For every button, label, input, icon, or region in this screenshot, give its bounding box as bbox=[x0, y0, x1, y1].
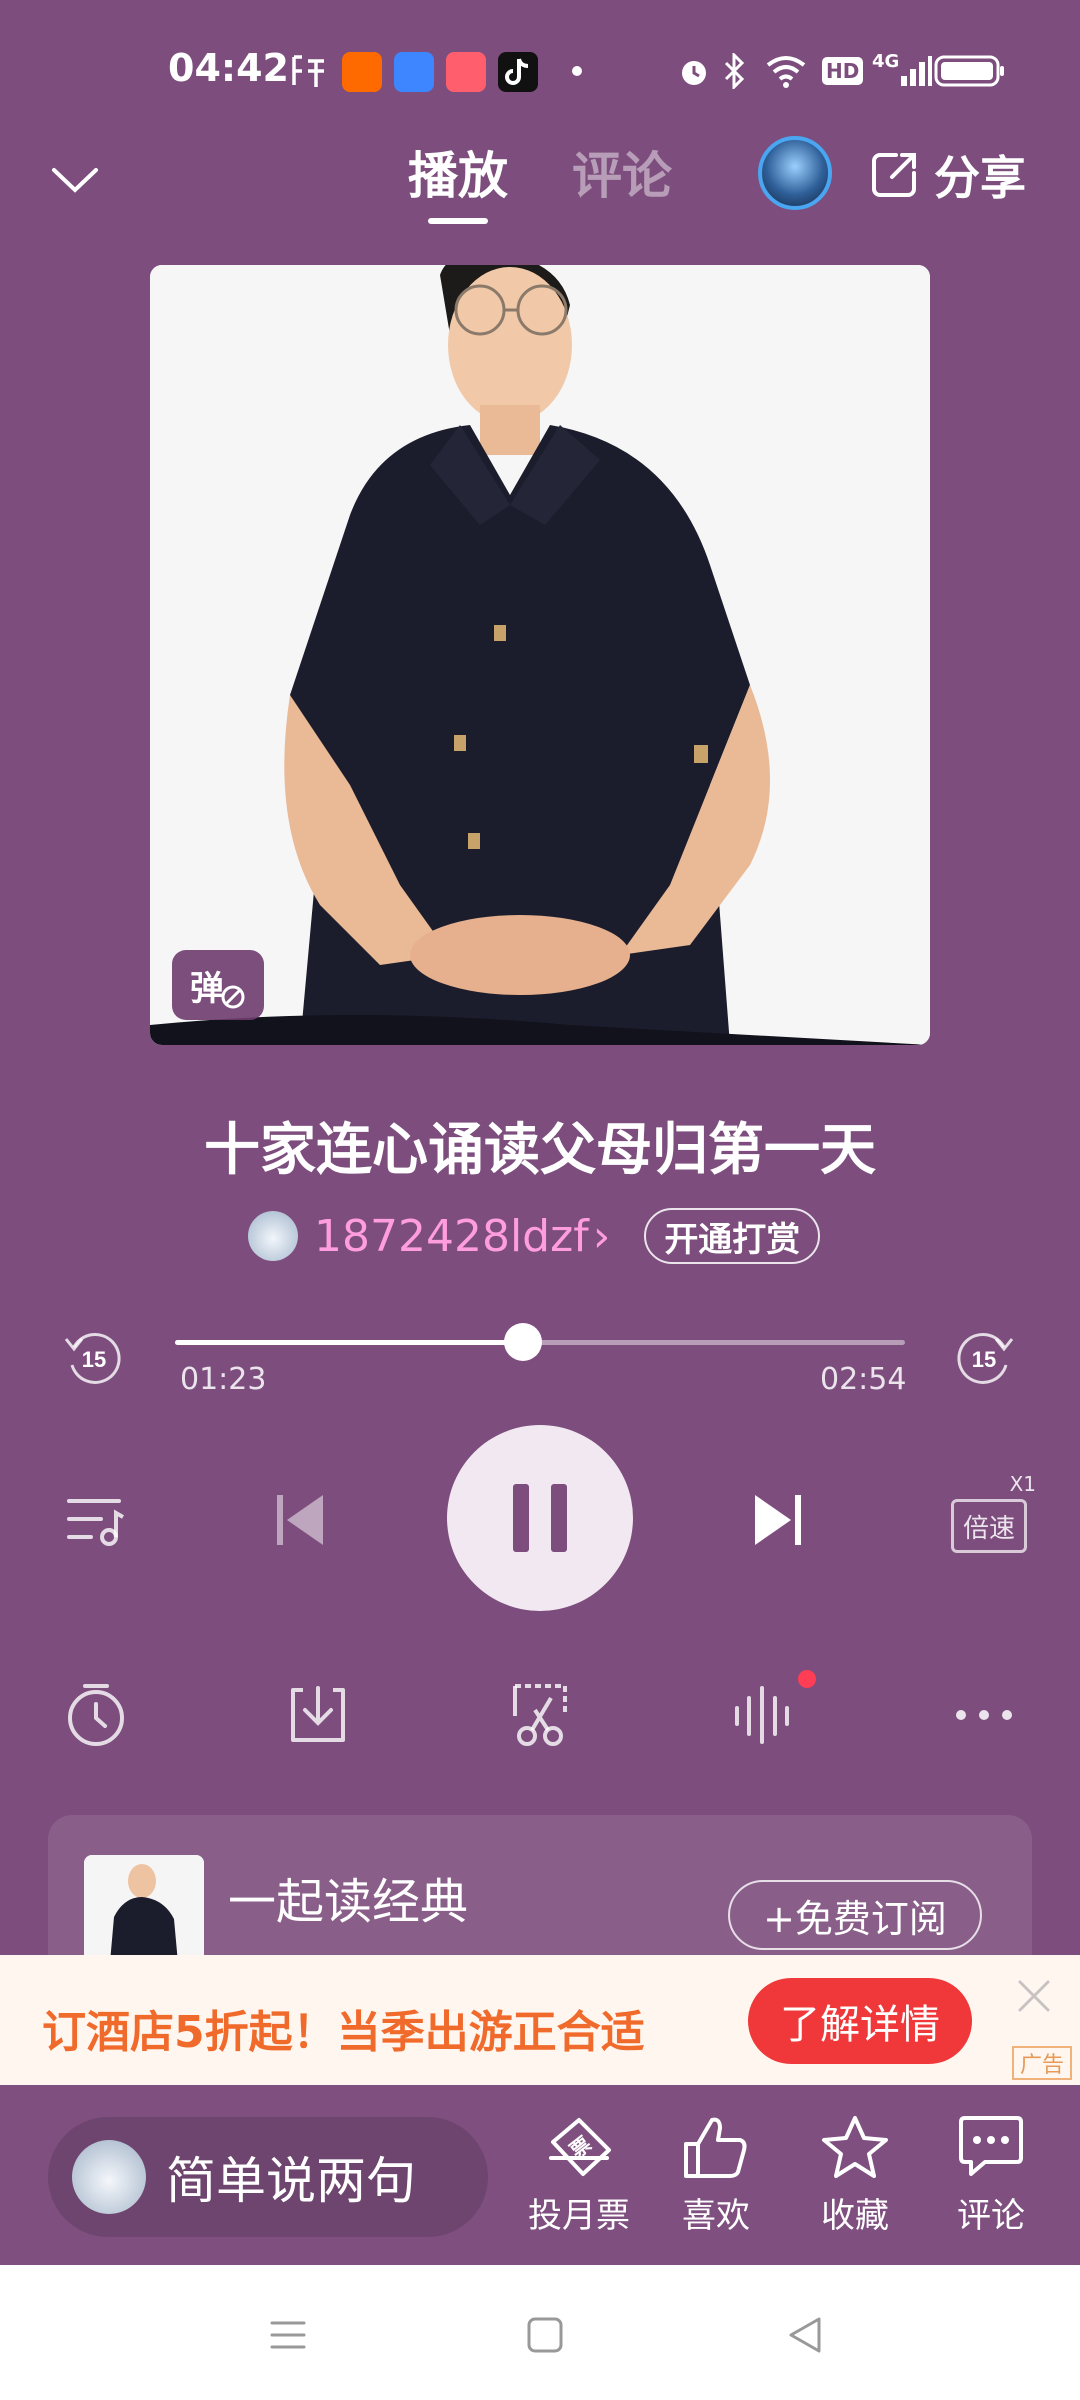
notification-dot bbox=[798, 1670, 816, 1688]
collapse-button[interactable] bbox=[40, 150, 110, 210]
star-icon bbox=[822, 2116, 888, 2178]
like-label: 喜欢 bbox=[682, 2196, 750, 2236]
progress-fill bbox=[175, 1340, 524, 1345]
clip-button[interactable] bbox=[500, 1675, 580, 1755]
back-button[interactable] bbox=[775, 2305, 835, 2365]
author-avatar[interactable] bbox=[248, 1211, 298, 1261]
reward-button[interactable]: 开通打赏 bbox=[644, 1208, 821, 1264]
network-type: 4G bbox=[872, 50, 900, 72]
monthly-ticket-button[interactable]: 票 投月票 bbox=[524, 2112, 634, 2237]
danmaku-label: 弹 bbox=[190, 968, 224, 1009]
forward-icon: 15 bbox=[957, 1333, 1014, 1384]
share-button[interactable]: 分享 bbox=[866, 140, 1026, 210]
share-icon bbox=[872, 153, 916, 197]
tab-play[interactable]: 播放 bbox=[408, 136, 508, 208]
more-icon bbox=[956, 1710, 1012, 1720]
forward-amount: 15 bbox=[972, 1347, 996, 1372]
playlist-icon bbox=[67, 1499, 124, 1546]
next-icon bbox=[755, 1495, 801, 1545]
ticket-icon: 票 bbox=[549, 2118, 611, 2176]
previous-icon bbox=[277, 1495, 323, 1545]
total-time: 02:54 bbox=[820, 1362, 907, 1397]
like-button[interactable]: 喜欢 bbox=[661, 2112, 771, 2237]
baidu-icon bbox=[394, 52, 434, 92]
download-icon bbox=[291, 1686, 345, 1742]
comment-placeholder: 简单说两句 bbox=[166, 2152, 416, 2210]
ad-text[interactable]: 订酒店5折起！当季出游正合适 bbox=[42, 1996, 645, 2060]
more-notifications-dot bbox=[572, 66, 582, 76]
ad-cta-button[interactable]: 了解详情 bbox=[748, 1978, 972, 2064]
bluetooth-icon bbox=[722, 52, 746, 90]
user-avatar[interactable] bbox=[758, 136, 832, 210]
pause-button[interactable] bbox=[447, 1425, 633, 1611]
ad-close-button[interactable] bbox=[1014, 1976, 1054, 2016]
signal-icon: 4G bbox=[872, 50, 933, 90]
ting-app-icon bbox=[288, 52, 328, 90]
status-bar: 04:42 HD 4G bbox=[0, 0, 1080, 130]
status-time: 04:42 bbox=[168, 46, 289, 90]
alarm-icon bbox=[676, 52, 712, 90]
comment-label: 评论 bbox=[957, 2196, 1025, 2236]
ad-label: 广告 bbox=[1012, 2046, 1072, 2080]
danmaku-toggle-button[interactable]: 弹 bbox=[172, 950, 264, 1020]
back-icon bbox=[789, 2317, 821, 2353]
rewind-15-button[interactable]: 15 bbox=[60, 1325, 126, 1391]
author-chevron: › bbox=[592, 1210, 611, 1262]
speed-value: X1 bbox=[1007, 1472, 1038, 1496]
timer-icon bbox=[68, 1684, 124, 1746]
author-row[interactable]: 1872428ldzf › 开通打赏 bbox=[248, 1206, 821, 1266]
close-icon bbox=[1018, 1980, 1050, 2012]
comment-icon bbox=[959, 2116, 1023, 2176]
playlist-button[interactable] bbox=[56, 1480, 136, 1560]
cover-image bbox=[150, 265, 930, 1045]
scissors-icon bbox=[513, 1684, 567, 1746]
menu-icon bbox=[270, 2321, 306, 2349]
app-notification-icon bbox=[446, 52, 486, 92]
hd-badge: HD bbox=[822, 57, 864, 85]
home-icon bbox=[527, 2317, 563, 2353]
danmaku-off-icon bbox=[221, 985, 245, 1009]
battery-icon bbox=[934, 52, 1006, 90]
more-button[interactable] bbox=[944, 1675, 1024, 1755]
current-time: 01:23 bbox=[180, 1362, 267, 1397]
track-title: 十家连心诵读父母归第一天 bbox=[204, 1118, 876, 1183]
commenter-avatar bbox=[72, 2140, 146, 2214]
sleep-timer-button[interactable] bbox=[56, 1675, 136, 1755]
next-button[interactable] bbox=[738, 1480, 818, 1560]
subscribe-button[interactable]: +免费订阅 bbox=[728, 1880, 982, 1950]
pause-icon bbox=[513, 1484, 567, 1552]
monthly-ticket-label: 投月票 bbox=[528, 2196, 630, 2236]
cover-portrait bbox=[150, 265, 930, 1045]
tab-comments[interactable]: 评论 bbox=[572, 136, 672, 208]
thumbs-up-icon bbox=[684, 2117, 747, 2178]
share-label: 分享 bbox=[934, 151, 1026, 205]
wifi-icon bbox=[764, 52, 808, 90]
speed-button[interactable]: 倍速 X1 bbox=[944, 1472, 1038, 1560]
forward-15-button[interactable]: 15 bbox=[952, 1325, 1018, 1391]
tiktok-icon bbox=[498, 52, 538, 92]
previous-button[interactable] bbox=[260, 1480, 340, 1560]
equalizer-icon bbox=[735, 1686, 789, 1744]
comment-input[interactable]: 简单说两句 bbox=[48, 2117, 488, 2237]
rewind-amount: 15 bbox=[82, 1347, 106, 1372]
author-name[interactable]: 1872428ldzf bbox=[314, 1211, 589, 1262]
recent-apps-button[interactable] bbox=[258, 2305, 318, 2365]
album-name[interactable]: 一起读经典 bbox=[228, 1862, 468, 1932]
sound-effect-button[interactable] bbox=[722, 1675, 802, 1755]
progress-thumb[interactable] bbox=[504, 1323, 543, 1361]
home-button[interactable] bbox=[515, 2305, 575, 2365]
comment-button[interactable]: 评论 bbox=[936, 2112, 1046, 2237]
rewind-icon: 15 bbox=[64, 1333, 121, 1384]
tab-active-indicator bbox=[428, 218, 488, 224]
favorite-button[interactable]: 收藏 bbox=[800, 2112, 910, 2237]
chevron-down-icon bbox=[52, 168, 98, 193]
speed-label: 倍速 bbox=[962, 1513, 1015, 1544]
speed-box: 倍速 X1 bbox=[951, 1472, 1038, 1553]
download-button[interactable] bbox=[278, 1675, 358, 1755]
favorite-label: 收藏 bbox=[821, 2196, 889, 2236]
app-notification-icon bbox=[342, 52, 382, 92]
